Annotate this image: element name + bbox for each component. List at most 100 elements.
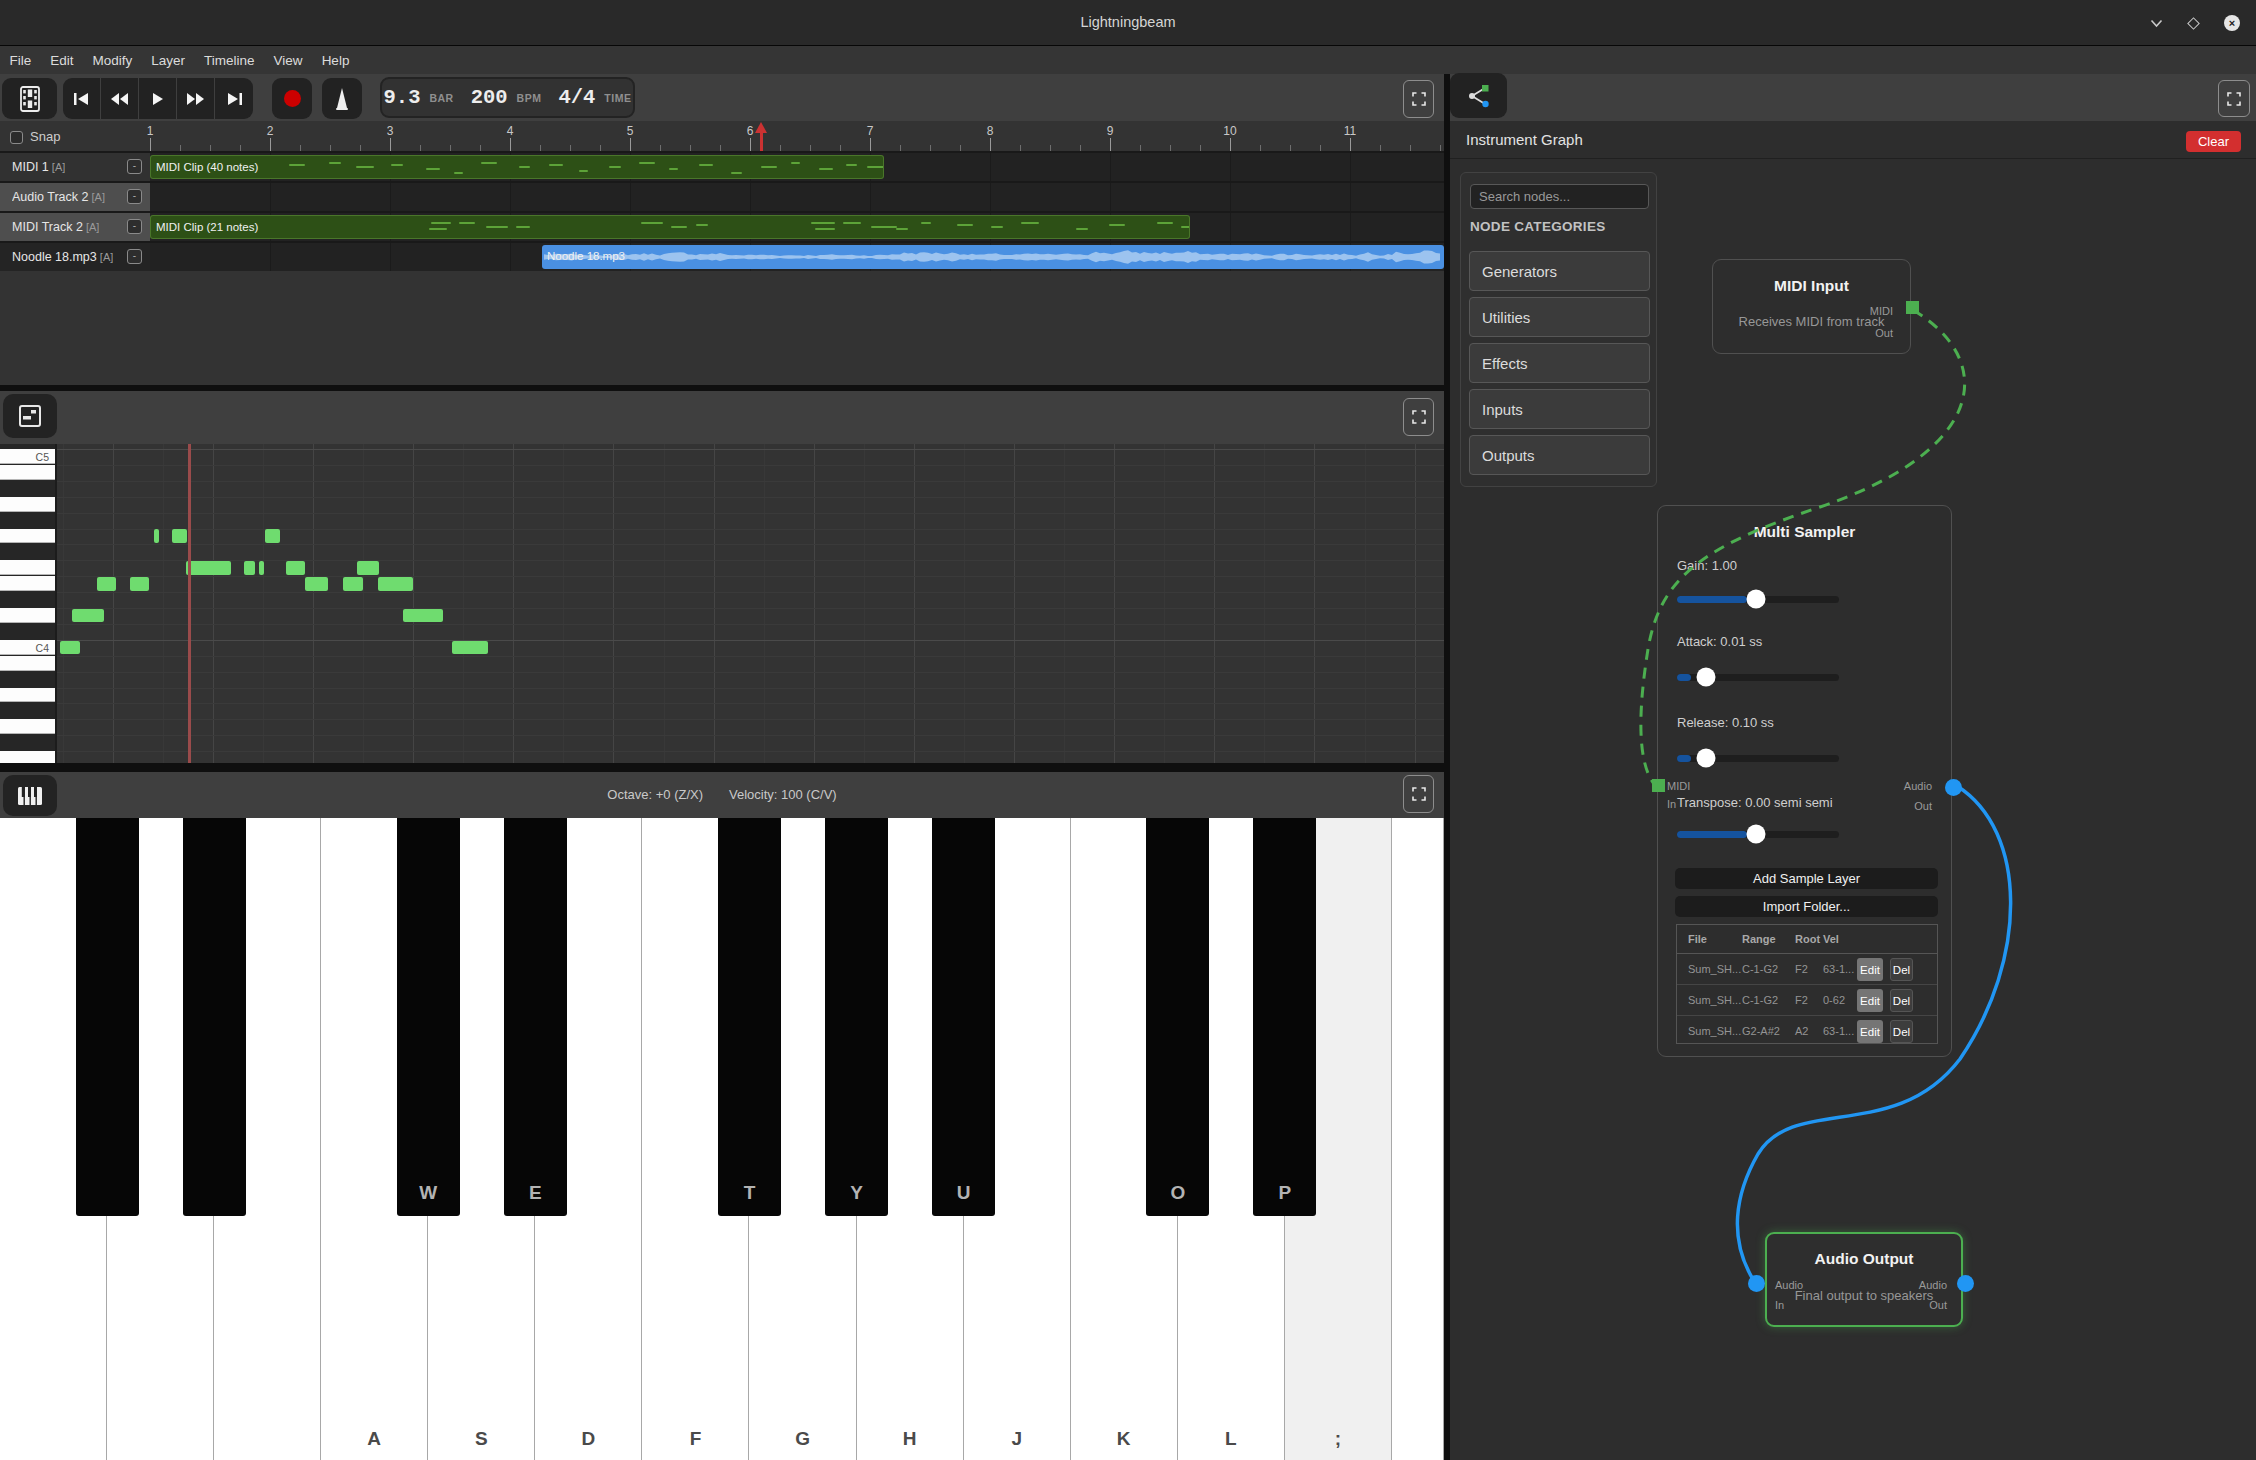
piano-roll-playhead[interactable] bbox=[188, 444, 191, 763]
keyboard-expand-button[interactable] bbox=[1403, 775, 1434, 813]
menu-modify[interactable]: Modify bbox=[83, 53, 142, 68]
piano-roll-key-white[interactable] bbox=[0, 576, 55, 591]
bar-line bbox=[1350, 213, 1351, 241]
track-label[interactable]: MIDI Track 2 [A]- bbox=[0, 213, 150, 241]
piano-roll-key-white[interactable] bbox=[0, 608, 55, 623]
white-key-letter: K bbox=[1071, 1428, 1177, 1450]
piano-roll-expand-button[interactable] bbox=[1403, 398, 1434, 436]
black-key[interactable]: Y bbox=[825, 818, 888, 1216]
audio-clip[interactable]: Noodle 18.mp3 bbox=[542, 245, 1444, 270]
midi-out-port[interactable] bbox=[1906, 301, 1919, 314]
track-lane[interactable]: MIDI Clip (21 notes) bbox=[150, 213, 1444, 241]
black-key[interactable]: E bbox=[504, 818, 567, 1216]
midi-note[interactable] bbox=[286, 561, 305, 575]
track-lane[interactable]: MIDI Clip (40 notes) bbox=[150, 153, 1444, 181]
piano-roll-key-white[interactable] bbox=[0, 560, 55, 575]
midi-note[interactable] bbox=[357, 561, 379, 575]
grid-vline bbox=[1114, 444, 1115, 763]
maximize-icon[interactable] bbox=[2187, 17, 2200, 30]
black-key[interactable]: P bbox=[1253, 818, 1316, 1216]
rewind-button[interactable] bbox=[101, 78, 139, 119]
menu-file[interactable]: File bbox=[0, 53, 41, 68]
clear-button[interactable]: Clear bbox=[2186, 131, 2241, 152]
piano-roll-grid[interactable]: C5 C4 bbox=[0, 444, 1444, 763]
track-minus-button[interactable]: - bbox=[127, 219, 142, 234]
midi-clip[interactable]: MIDI Clip (40 notes) bbox=[150, 155, 884, 180]
midi-note[interactable] bbox=[154, 529, 159, 543]
midi-note[interactable] bbox=[343, 577, 363, 591]
midi-in-port[interactable] bbox=[1652, 779, 1665, 792]
midi-note[interactable] bbox=[60, 641, 80, 655]
piano-roll-key-white[interactable]: C4 bbox=[0, 640, 55, 655]
midi-note[interactable] bbox=[403, 609, 443, 623]
black-key[interactable]: T bbox=[718, 818, 781, 1216]
piano-roll-key-white[interactable] bbox=[0, 656, 55, 671]
piano-roll-key-white[interactable] bbox=[0, 719, 55, 734]
piano-roll-key-white[interactable] bbox=[0, 688, 55, 703]
piano-roll-key-white[interactable] bbox=[0, 465, 55, 480]
piano-roll-key-white[interactable] bbox=[0, 497, 55, 512]
track-label[interactable]: Audio Track 2 [A]- bbox=[0, 183, 150, 211]
black-key[interactable]: U bbox=[932, 818, 995, 1216]
track-minus-button[interactable]: - bbox=[127, 249, 142, 264]
graph-expand-button[interactable] bbox=[2218, 80, 2250, 117]
track-lane[interactable]: Noodle 18.mp3 bbox=[150, 243, 1444, 271]
close-icon[interactable]: × bbox=[2224, 15, 2240, 31]
track-label[interactable]: MIDI 1 [A]- bbox=[0, 153, 150, 181]
timeline-empty-area[interactable] bbox=[0, 271, 1444, 385]
piano-roll-key-white[interactable] bbox=[0, 751, 55, 763]
record-button[interactable] bbox=[272, 78, 312, 119]
menu-layer[interactable]: Layer bbox=[142, 53, 195, 68]
play-button[interactable] bbox=[139, 78, 177, 119]
midi-note[interactable] bbox=[186, 561, 231, 575]
audio-in-port[interactable] bbox=[1748, 1275, 1765, 1292]
midi-note[interactable] bbox=[452, 641, 488, 655]
white-key[interactable] bbox=[1392, 818, 1444, 1460]
grid-vline bbox=[213, 444, 214, 763]
midi-note[interactable] bbox=[72, 609, 104, 623]
graph-mode-button[interactable] bbox=[1450, 73, 1507, 118]
track-minus-button[interactable]: - bbox=[127, 159, 142, 174]
midi-note[interactable] bbox=[259, 561, 264, 575]
metronome-button[interactable] bbox=[322, 78, 362, 119]
menu-edit[interactable]: Edit bbox=[41, 53, 83, 68]
track-minus-button[interactable]: - bbox=[127, 189, 142, 204]
midi-note[interactable] bbox=[265, 529, 280, 543]
timeline-expand-button[interactable] bbox=[1403, 80, 1434, 118]
track-label[interactable]: Noodle 18.mp3 [A]- bbox=[0, 243, 150, 271]
menu-help[interactable]: Help bbox=[312, 53, 359, 68]
piano-roll-key-white[interactable] bbox=[0, 529, 55, 544]
piano-roll-mode-button[interactable] bbox=[3, 394, 57, 438]
midi-note[interactable] bbox=[244, 561, 255, 575]
skip-to-start-button[interactable] bbox=[63, 78, 101, 119]
film-roll-button[interactable] bbox=[2, 78, 57, 119]
midi-note[interactable] bbox=[130, 577, 149, 591]
node-graph-canvas[interactable]: Search nodes... NODE CATEGORIES Generato… bbox=[1450, 159, 2256, 1460]
grid-vline bbox=[313, 444, 314, 763]
grid-hline bbox=[57, 560, 1444, 561]
midi-note[interactable] bbox=[378, 577, 413, 591]
fast-forward-button[interactable] bbox=[177, 78, 215, 119]
black-key[interactable]: W bbox=[397, 818, 460, 1216]
bar-number: 10 bbox=[1223, 124, 1236, 138]
midi-clip[interactable]: MIDI Clip (21 notes) bbox=[150, 215, 1190, 240]
midi-note[interactable] bbox=[172, 529, 187, 543]
audio-out-port[interactable] bbox=[1945, 779, 1962, 796]
black-key[interactable]: O bbox=[1146, 818, 1209, 1216]
midi-note[interactable] bbox=[305, 577, 328, 591]
black-key[interactable] bbox=[76, 818, 139, 1216]
piano-keyboard: ASDFGHJKL;WETYUOP bbox=[0, 818, 1444, 1460]
midi-note[interactable] bbox=[97, 577, 116, 591]
menu-timeline[interactable]: Timeline bbox=[195, 53, 265, 68]
timeline-ruler[interactable]: Snap 1234567891011 bbox=[0, 121, 1444, 151]
menu-view[interactable]: View bbox=[264, 53, 312, 68]
minimize-icon[interactable] bbox=[2150, 19, 2163, 28]
track-lane[interactable] bbox=[150, 183, 1444, 211]
snap-checkbox[interactable] bbox=[10, 131, 23, 144]
clip-note-preview bbox=[391, 164, 403, 166]
tempo-display[interactable]: 9.3 BAR 200 BPM 4/4 TIME bbox=[380, 77, 635, 118]
skip-to-end-button[interactable] bbox=[215, 78, 253, 119]
piano-roll-key-white[interactable]: C5 bbox=[0, 449, 55, 464]
black-key[interactable] bbox=[183, 818, 246, 1216]
audio-out-port[interactable] bbox=[1957, 1275, 1974, 1292]
